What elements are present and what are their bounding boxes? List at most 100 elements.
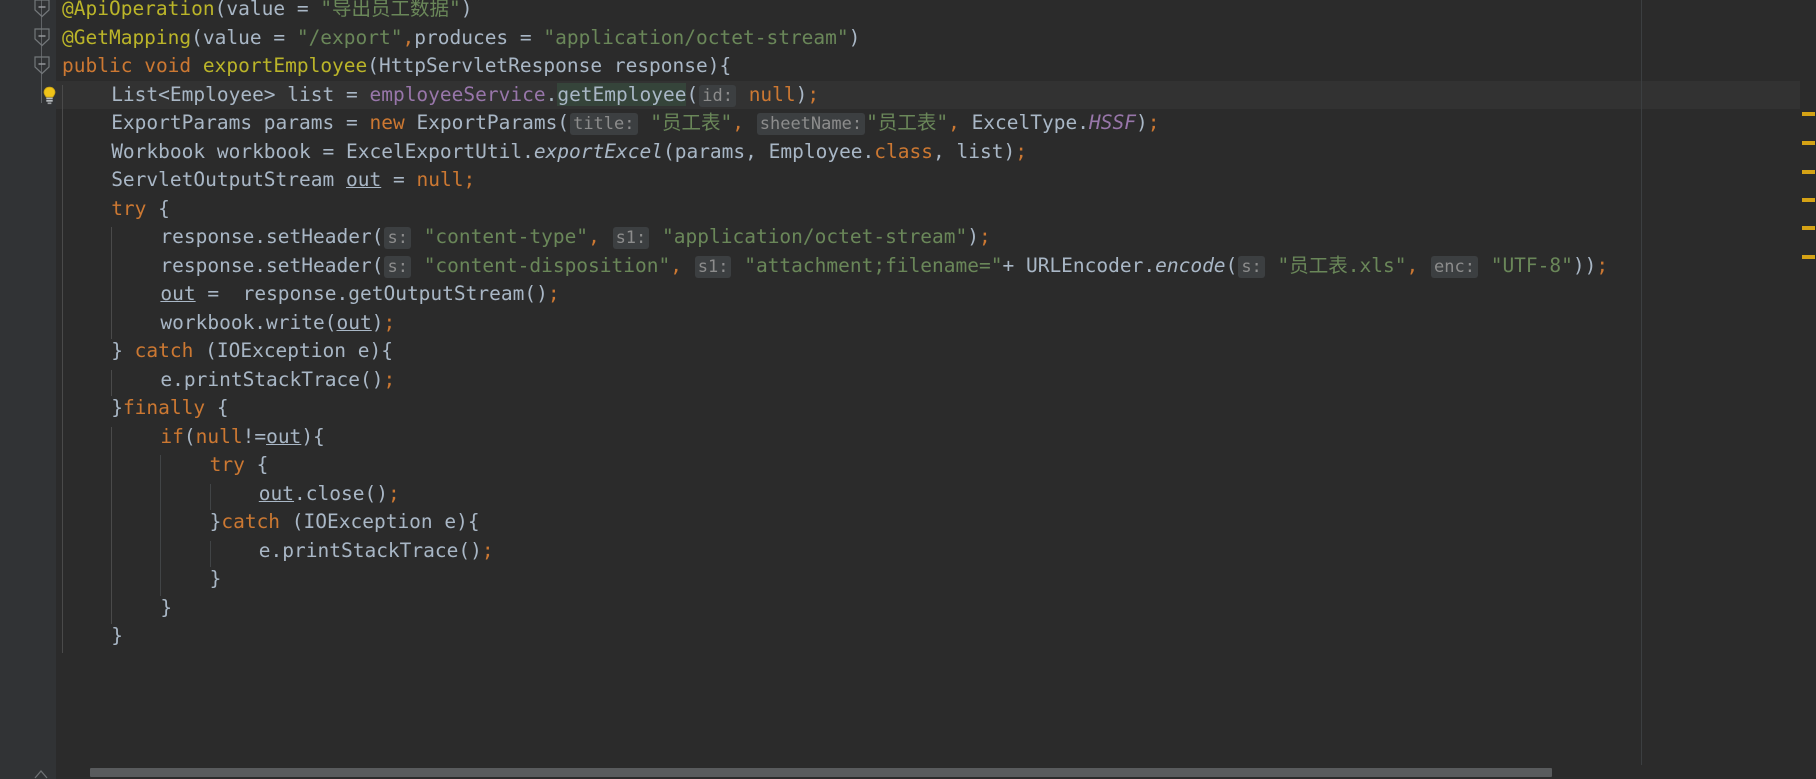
code-token: ) bbox=[967, 225, 980, 248]
code-token: } bbox=[160, 595, 173, 619]
code-token: e.printStackTrace() bbox=[160, 367, 384, 391]
code-token: if bbox=[160, 424, 184, 448]
code-token: = bbox=[285, 0, 321, 20]
code-token: ServletOutputStream bbox=[111, 168, 346, 191]
code-line[interactable]: workbook.write(out); bbox=[56, 309, 395, 338]
code-line[interactable]: response.setHeader(s: "content-type", s1… bbox=[56, 223, 991, 252]
code-line[interactable]: @ApiOperation(value = "导出员工数据") bbox=[56, 0, 473, 24]
code-token: , list) bbox=[933, 139, 1016, 163]
code-token: response.setHeader( bbox=[160, 225, 384, 248]
editor-gutter[interactable] bbox=[0, 0, 56, 779]
code-token: encode bbox=[1155, 253, 1226, 277]
code-token: @GetMapping bbox=[62, 25, 192, 49]
code-token: value bbox=[202, 25, 262, 49]
code-line[interactable]: public void exportEmployee(HttpServletRe… bbox=[56, 52, 731, 81]
code-token: , bbox=[948, 111, 960, 134]
code-token: ( bbox=[1225, 253, 1238, 277]
code-line[interactable]: @GetMapping(value = "/export",produces =… bbox=[56, 24, 860, 53]
error-stripe-warning-mark[interactable] bbox=[1802, 112, 1815, 116]
horizontal-scrollbar-thumb[interactable] bbox=[90, 768, 1552, 777]
parameter-hint: id: bbox=[699, 84, 736, 107]
code-token: { bbox=[146, 196, 170, 220]
editor-code-area[interactable]: @ApiOperation(value = "导出员工数据") @GetMappi… bbox=[56, 0, 1816, 779]
parameter-hint: enc: bbox=[1431, 255, 1478, 278]
code-line[interactable]: e.printStackTrace(); bbox=[56, 537, 494, 566]
code-token: } bbox=[209, 510, 222, 533]
code-line[interactable]: Workbook workbook = ExcelExportUtil.expo… bbox=[56, 138, 1027, 167]
code-token: class bbox=[874, 139, 933, 163]
fold-collapse-icon[interactable] bbox=[34, 56, 50, 75]
code-line[interactable]: }catch (IOException e){ bbox=[56, 508, 480, 537]
code-token: = response.getOutputStream() bbox=[195, 282, 548, 305]
code-token: (HttpServletResponse response){ bbox=[367, 54, 732, 77]
error-stripe-warning-mark[interactable] bbox=[1802, 198, 1815, 202]
code-line[interactable]: try { bbox=[56, 451, 269, 480]
code-line[interactable]: out = response.getOutputStream(); bbox=[56, 280, 559, 309]
code-token: response.setHeader( bbox=[160, 253, 384, 277]
indent-guide bbox=[209, 483, 211, 510]
code-folding-strip[interactable] bbox=[0, 0, 56, 779]
code-token: + URLEncoder. bbox=[1002, 253, 1156, 277]
code-line[interactable]: } catch (IOException e){ bbox=[56, 337, 393, 366]
code-token: value bbox=[226, 0, 286, 20]
code-token: . bbox=[545, 82, 558, 106]
code-token: ExportParams params = bbox=[111, 111, 370, 134]
code-token: out bbox=[266, 424, 302, 448]
lightbulb-icon[interactable] bbox=[42, 86, 57, 105]
indent-guide bbox=[160, 455, 162, 596]
code-line[interactable]: } bbox=[56, 565, 222, 594]
code-token: "content-type" bbox=[423, 225, 589, 248]
code-line[interactable]: List<Employee> list = employeeService.ge… bbox=[56, 81, 819, 110]
code-token: try bbox=[111, 196, 147, 220]
code-line[interactable]: e.printStackTrace(); bbox=[56, 366, 395, 395]
code-token: ; bbox=[387, 481, 400, 505]
code-token: workbook.write( bbox=[160, 310, 337, 334]
code-line[interactable]: out.close(); bbox=[56, 480, 400, 509]
error-stripe-warning-mark[interactable] bbox=[1802, 170, 1815, 174]
code-token: null bbox=[416, 168, 464, 191]
code-editor[interactable]: @ApiOperation(value = "导出员工数据") @GetMappi… bbox=[0, 0, 1816, 779]
horizontal-scrollbar-track[interactable] bbox=[56, 765, 1800, 779]
error-stripe-warning-mark[interactable] bbox=[1802, 141, 1815, 145]
code-token: employeeService bbox=[369, 82, 546, 106]
indent-guide bbox=[111, 369, 113, 396]
indent-guide bbox=[209, 540, 211, 567]
code-token: } bbox=[111, 396, 123, 419]
code-token: Workbook workbook = ExcelExportUtil. bbox=[111, 139, 534, 163]
fold-collapse-icon[interactable] bbox=[34, 27, 50, 47]
code-token: , bbox=[1406, 253, 1419, 277]
code-line[interactable]: try { bbox=[56, 195, 170, 224]
code-token: new bbox=[369, 111, 405, 134]
error-stripe-scrollbar[interactable] bbox=[1800, 0, 1816, 760]
code-token: ; bbox=[807, 82, 820, 106]
code-token: ; bbox=[383, 367, 396, 391]
fold-collapse-icon[interactable] bbox=[34, 0, 50, 18]
code-line[interactable]: }finally { bbox=[56, 394, 228, 423]
code-line[interactable]: if(null!=out){ bbox=[56, 423, 324, 452]
code-token: exportEmployee bbox=[202, 54, 368, 77]
code-line[interactable]: } bbox=[56, 622, 123, 651]
error-stripe-warning-mark[interactable] bbox=[1802, 226, 1815, 230]
code-line[interactable]: ServletOutputStream out = null; bbox=[56, 166, 475, 195]
code-line[interactable]: ExportParams params = new ExportParams(t… bbox=[56, 109, 1159, 138]
code-token: ) bbox=[1135, 111, 1148, 134]
code-token: ) bbox=[848, 25, 861, 49]
code-line[interactable]: } bbox=[56, 594, 172, 623]
code-token: } bbox=[209, 567, 222, 590]
code-token: out bbox=[160, 282, 196, 305]
code-token: (params, Employee. bbox=[662, 139, 875, 163]
code-token: ( bbox=[191, 25, 203, 49]
code-token: ) bbox=[371, 310, 384, 334]
error-stripe-warning-mark[interactable] bbox=[1802, 255, 1815, 259]
code-token: ( bbox=[183, 424, 196, 448]
chevron-up-icon[interactable] bbox=[34, 765, 48, 779]
code-token: out bbox=[336, 310, 372, 334]
code-line[interactable]: response.setHeader(s: "content-dispositi… bbox=[56, 252, 1608, 281]
